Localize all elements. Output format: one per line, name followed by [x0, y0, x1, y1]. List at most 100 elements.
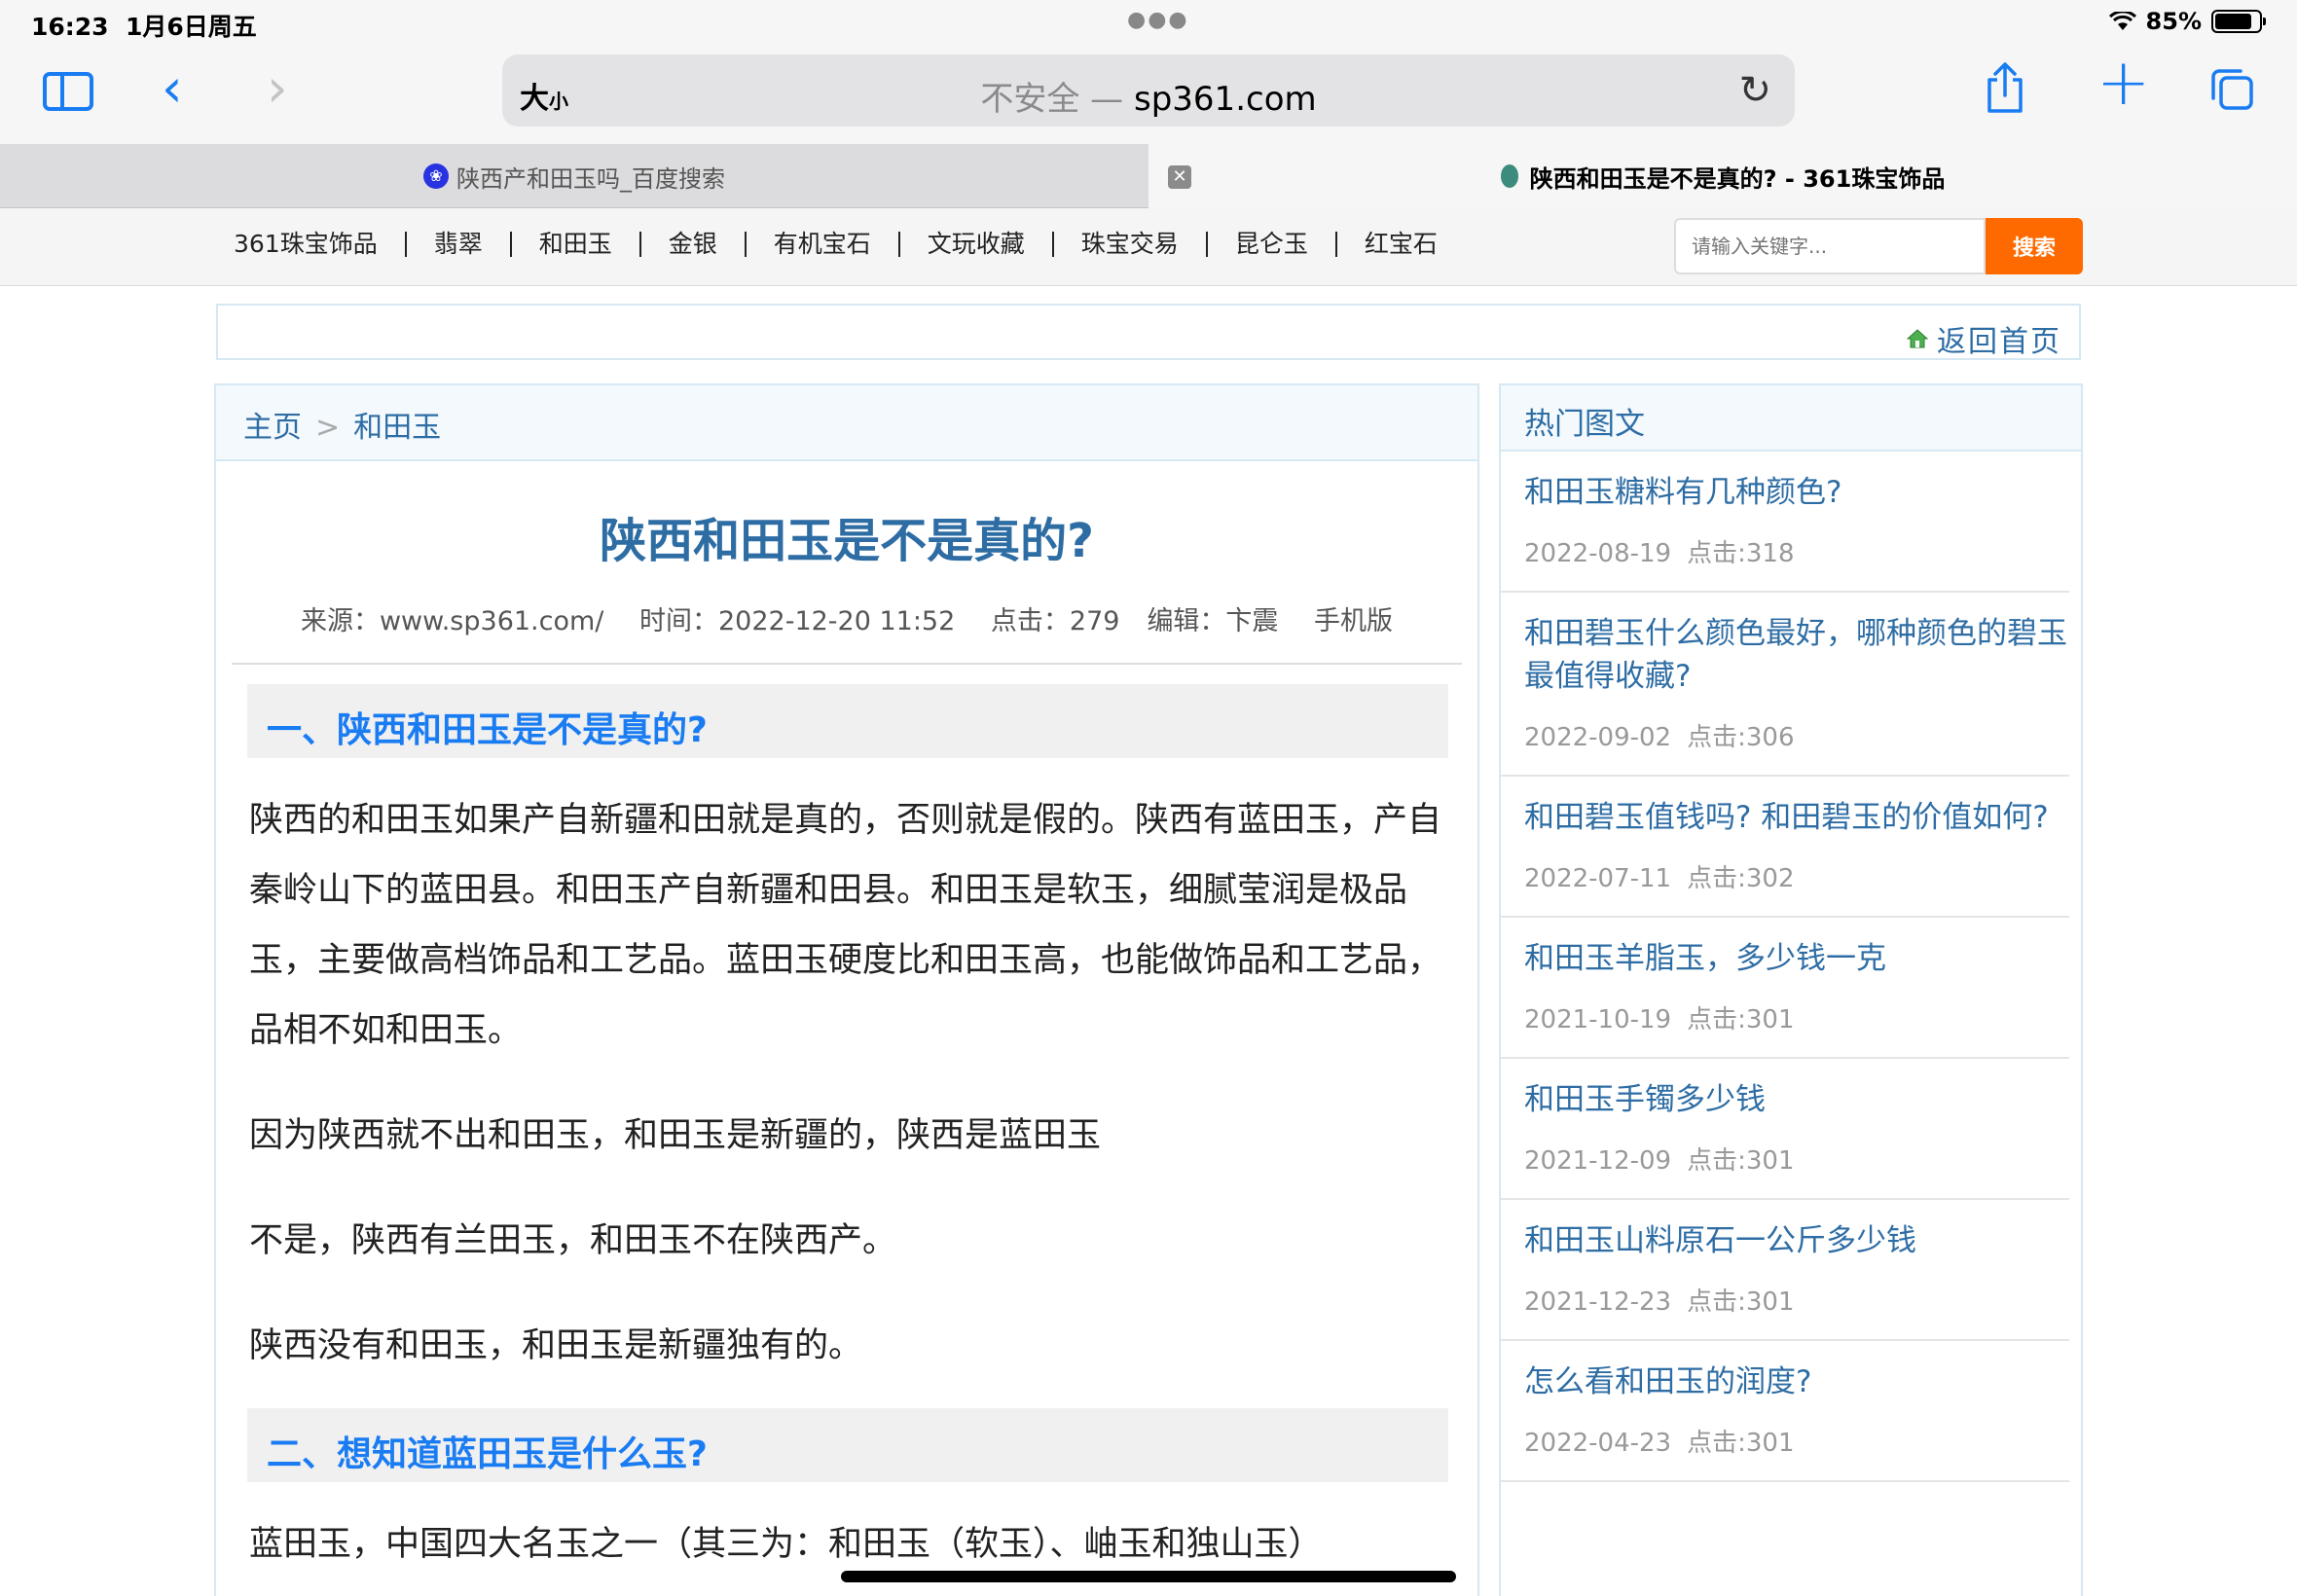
status-indicators: 85%: [2108, 8, 2266, 35]
hot-article-clicks: 点击:301: [1687, 1429, 1795, 1458]
nav-item-collectibles[interactable]: 文玩收藏: [900, 232, 1054, 257]
gem-icon: [1500, 164, 1518, 188]
list-item: 和田玉手镯多少钱 2021-12-09 点击:301: [1501, 1059, 2069, 1200]
status-time: 16:23 1月6日周五: [31, 8, 257, 43]
list-item: 怎么看和田玉的润度? 2022-04-23 点击:301: [1501, 1341, 2069, 1482]
meta-editor: 编辑：卞震: [1147, 606, 1279, 636]
list-item: 和田碧玉值钱吗? 和田碧玉的价值如何? 2022-07-11 点击:302: [1501, 777, 2069, 918]
share-icon[interactable]: [1984, 60, 2026, 115]
url-display[interactable]: 不安全 — sp361.com: [502, 72, 1795, 120]
close-icon[interactable]: ✕: [1168, 165, 1191, 189]
search-button[interactable]: 搜索: [1986, 218, 2083, 274]
search-input[interactable]: [1674, 218, 1986, 274]
hot-article-link[interactable]: 和田碧玉值钱吗? 和田碧玉的价值如何?: [1524, 796, 2069, 839]
hot-article-meta: 2021-12-09 点击:301: [1524, 1141, 2069, 1177]
tab-baidu[interactable]: ❀ 陕西产和田玉吗_百度搜索: [0, 144, 1148, 208]
site-nav: 361珠宝饰品 翡翠 和田玉 金银 有机宝石 文玩收藏 珠宝交易 昆仑玉 红宝石…: [0, 208, 2297, 286]
sidebar-icon[interactable]: [43, 72, 93, 111]
plus-icon[interactable]: +: [2096, 51, 2150, 115]
hot-article-meta: 2021-12-23 点击:301: [1524, 1282, 2069, 1318]
back-icon[interactable]: ‹: [162, 62, 183, 115]
hot-article-link[interactable]: 和田碧玉什么颜色最好，哪种颜色的碧玉最值得收藏?: [1524, 612, 2069, 698]
tab-current[interactable]: ✕ 陕西和田玉是不是真的? - 361珠宝饰品: [1148, 144, 2297, 208]
nav-item-kunlun[interactable]: 昆仑玉: [1208, 232, 1337, 257]
hot-article-link[interactable]: 和田玉手镯多少钱: [1524, 1078, 2069, 1121]
hot-article-clicks: 点击:306: [1687, 723, 1795, 752]
nav-item-organic-gems[interactable]: 有机宝石: [747, 232, 900, 257]
tab-bar: ❀ 陕西产和田玉吗_百度搜索 ✕ 陕西和田玉是不是真的? - 361珠宝饰品: [0, 144, 2297, 208]
hot-article-date: 2022-07-11: [1524, 864, 1672, 893]
address-bar[interactable]: 大小 不安全 — sp361.com ↻: [502, 54, 1795, 127]
list-item: 和田玉糖料有几种颜色? 2022-08-19 点击:318: [1501, 452, 2069, 593]
hot-article-clicks: 点击:318: [1687, 539, 1795, 568]
date: 1月6日周五: [126, 13, 257, 41]
mobile-version-link[interactable]: 手机版: [1314, 606, 1393, 636]
breadcrumb-separator: >: [315, 411, 341, 445]
home-indicator[interactable]: [841, 1571, 1456, 1582]
hot-article-clicks: 点击:301: [1687, 1146, 1795, 1176]
nav-item-hetian[interactable]: 和田玉: [512, 232, 641, 257]
nav-item-jadeite[interactable]: 翡翠: [407, 232, 512, 257]
battery-icon: [2211, 10, 2266, 33]
home-link-label: 返回首页: [1937, 325, 2061, 359]
reload-icon[interactable]: ↻: [1738, 68, 1771, 113]
meta-source: 来源：www.sp361.com/: [300, 606, 604, 636]
paragraph: 因为陕西就不出和田玉，和田玉是新疆的，陕西是蓝田玉: [249, 1116, 1102, 1155]
battery-fill: [2215, 14, 2252, 29]
hot-article-link[interactable]: 和田玉羊脂玉，多少钱一克: [1524, 937, 2069, 980]
hot-article-date: 2021-12-09: [1524, 1146, 1672, 1176]
wifi-icon: [2108, 12, 2136, 30]
home-link[interactable]: 返回首页: [1906, 317, 2061, 360]
nav-item-trade[interactable]: 珠宝交易: [1054, 232, 1208, 257]
hot-article-clicks: 点击:302: [1687, 864, 1795, 893]
list-item: 和田玉山料原石一公斤多少钱 2021-12-23 点击:301: [1501, 1200, 2069, 1341]
battery-percent: 85%: [2145, 8, 2202, 35]
tab-label: 陕西产和田玉吗_百度搜索: [456, 164, 725, 193]
domain-label: sp361.com: [1134, 80, 1317, 119]
list-item: 和田玉羊脂玉，多少钱一克 2021-10-19 点击:301: [1501, 918, 2069, 1059]
hot-article-meta: 2021-10-19 点击:301: [1524, 999, 2069, 1035]
status-bar: 16:23 1月6日周五 ●●● 85%: [0, 0, 2297, 45]
hot-article-link[interactable]: 和田玉糖料有几种颜色?: [1524, 471, 2069, 514]
hot-article-date: 2022-08-19: [1524, 539, 1672, 568]
hot-articles-sidebar: 热门图文 和田玉糖料有几种颜色? 2022-08-19 点击:318 和田碧玉什么…: [1499, 383, 2083, 1596]
insecure-label: 不安全 —: [980, 80, 1124, 119]
paragraph: 陕西的和田玉如果产自新疆和田就是真的，否则就是假的。陕西有蓝田玉，产自秦岭山下的…: [249, 801, 1442, 1050]
article-panel: 主页 > 和田玉 陕西和田玉是不是真的? 来源：www.sp361.com/ 时间：…: [214, 383, 1479, 1596]
paragraph: 蓝田玉，中国四大名玉之一（其三为：和田玉（软玉）、岫玉和独山玉）: [249, 1525, 1323, 1564]
section-heading-1: 一、陕西和田玉是不是真的?: [247, 684, 1448, 758]
hot-article-clicks: 点击:301: [1687, 1288, 1795, 1317]
breadcrumb-home[interactable]: 主页: [243, 411, 302, 445]
hot-article-link[interactable]: 和田玉山料原石一公斤多少钱: [1524, 1219, 2069, 1262]
breadcrumb: 主页 > 和田玉: [216, 385, 1477, 461]
browser-toolbar: ‹ › 大小 不安全 — sp361.com ↻ +: [0, 45, 2297, 144]
breadcrumb-current[interactable]: 和田玉: [353, 411, 441, 445]
hot-article-clicks: 点击:301: [1687, 1005, 1795, 1034]
nav-item-gold-silver[interactable]: 金银: [641, 232, 747, 257]
tabs-icon[interactable]: [2209, 66, 2254, 111]
forward-icon[interactable]: ›: [267, 62, 288, 115]
hot-article-date: 2021-12-23: [1524, 1288, 1672, 1317]
meta-clicks: 点击：279: [990, 606, 1120, 636]
multitasking-dots-icon[interactable]: ●●●: [1127, 8, 1189, 32]
hot-article-meta: 2022-04-23 点击:301: [1524, 1423, 2069, 1459]
home-bar: 返回首页: [216, 304, 2081, 360]
clock: 16:23: [31, 13, 109, 41]
meta-time: 时间：2022-12-20 11:52: [638, 606, 956, 636]
tab-label: 陕西和田玉是不是真的? - 361珠宝饰品: [1529, 164, 1946, 193]
section-heading-2: 二、想知道蓝田玉是什么玉?: [247, 1408, 1448, 1482]
paragraph: 陕西没有和田玉，和田玉是新疆独有的。: [249, 1326, 863, 1365]
baidu-icon: ❀: [423, 163, 449, 189]
nav-list: 361珠宝饰品 翡翠 和田玉 金银 有机宝石 文玩收藏 珠宝交易 昆仑玉 红宝石: [234, 232, 1465, 257]
nav-item-home[interactable]: 361珠宝饰品: [234, 232, 407, 257]
hot-article-meta: 2022-09-02 点击:306: [1524, 717, 2069, 753]
hot-article-date: 2022-09-02: [1524, 723, 1672, 752]
article-title: 陕西和田玉是不是真的?: [600, 514, 1094, 568]
list-item: 和田碧玉什么颜色最好，哪种颜色的碧玉最值得收藏? 2022-09-02 点击:30…: [1501, 593, 2069, 777]
article-meta: 来源：www.sp361.com/ 时间：2022-12-20 11:52 点击…: [232, 599, 1462, 665]
hot-article-link[interactable]: 怎么看和田玉的润度?: [1524, 1360, 2069, 1403]
hot-article-date: 2021-10-19: [1524, 1005, 1672, 1034]
nav-item-ruby[interactable]: 红宝石: [1337, 232, 1465, 257]
home-icon: [1906, 329, 1929, 348]
paragraph: 不是，陕西有兰田玉，和田玉不在陕西产。: [249, 1221, 897, 1260]
